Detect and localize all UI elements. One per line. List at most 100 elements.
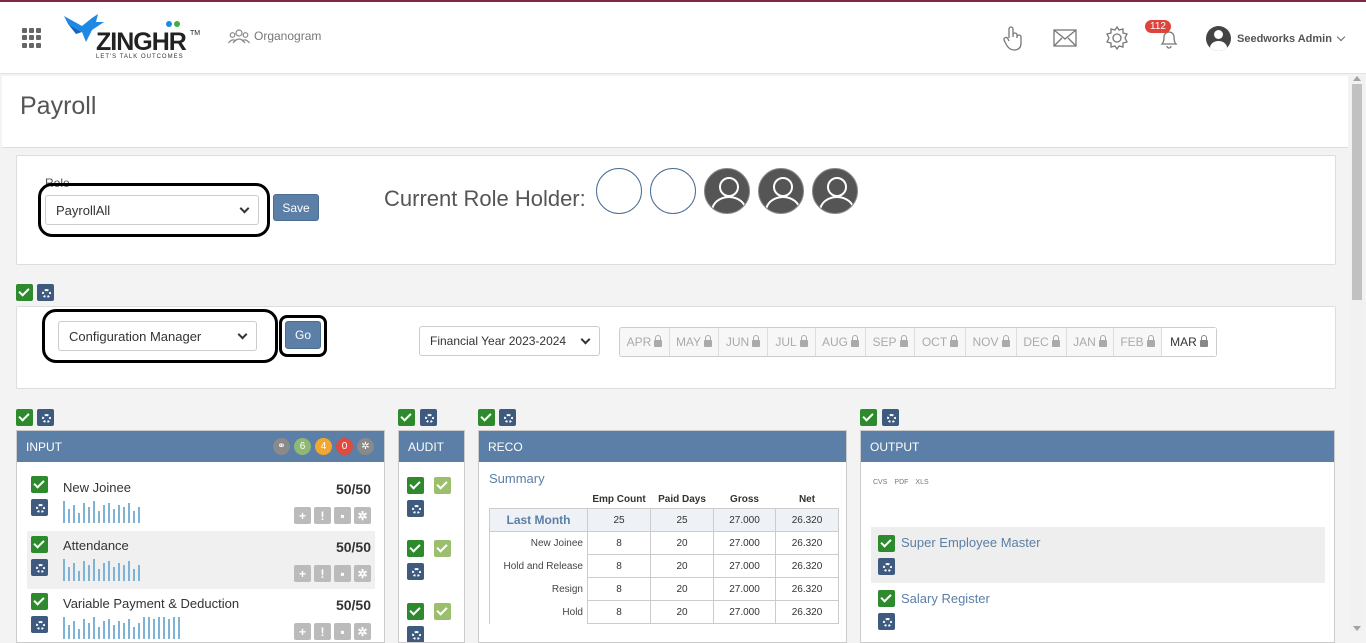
row-label: New Joinee — [63, 480, 131, 495]
role-holder-empty-2[interactable] — [650, 168, 696, 214]
status-count-orange[interactable]: 4 — [315, 438, 332, 455]
audit-approve-check-icon[interactable] — [398, 409, 415, 426]
input-row-attendance[interactable]: Attendance 50/50 + ! ▪ ✲ — [27, 531, 375, 589]
row-check-icon[interactable] — [31, 593, 48, 610]
share-icon[interactable]: ⚭ — [273, 438, 290, 455]
settings-dot-icon[interactable]: ✲ — [357, 438, 374, 455]
month-jul[interactable]: JUL — [768, 328, 816, 356]
warning-icon[interactable]: ! — [314, 623, 331, 640]
hand-pointer-icon[interactable] — [1002, 26, 1024, 52]
row-check-icon[interactable] — [31, 476, 48, 493]
month-aug[interactable]: AUG — [816, 328, 866, 356]
month-apr[interactable]: APR — [620, 328, 670, 356]
output-gear-icon[interactable] — [878, 558, 895, 575]
output-check-icon[interactable] — [878, 535, 895, 552]
month-jun[interactable]: JUN — [719, 328, 768, 356]
output-item-label[interactable]: Salary Register — [901, 591, 990, 606]
lock-icon — [1146, 335, 1155, 347]
audit-check-icon[interactable] — [407, 477, 424, 494]
input-approve-check-icon[interactable] — [16, 409, 33, 426]
warning-icon[interactable]: ! — [314, 565, 331, 582]
lock-icon[interactable]: ▪ — [334, 623, 351, 640]
organogram-link[interactable]: Organogram — [228, 28, 321, 44]
audit-done-check-icon[interactable] — [434, 540, 451, 557]
vertical-scrollbar[interactable] — [1350, 76, 1364, 631]
settings-icon[interactable]: ✲ — [354, 623, 371, 640]
role-holder-avatar-3[interactable] — [812, 168, 858, 214]
lock-icon[interactable]: ▪ — [334, 565, 351, 582]
row-gear-icon[interactable] — [31, 616, 48, 633]
top-bar: ZINGHR TM LET'S TALK OUTCOMES Organogram… — [0, 0, 1366, 74]
input-settings-gear-icon[interactable] — [37, 409, 54, 426]
audit-gear-icon[interactable] — [407, 626, 424, 642]
output-settings-gear-icon[interactable] — [882, 409, 899, 426]
audit-gear-icon[interactable] — [407, 500, 424, 517]
reco-settings-gear-icon[interactable] — [499, 409, 516, 426]
financial-year-value: Financial Year 2023-2024 — [430, 334, 567, 348]
audit-check-icon[interactable] — [407, 603, 424, 620]
table-header: Gross — [730, 494, 759, 505]
month-feb[interactable]: FEB — [1114, 328, 1162, 356]
row-check-icon[interactable] — [31, 536, 48, 553]
row-gear-icon[interactable] — [31, 499, 48, 516]
role-holder-avatar-1[interactable] — [704, 168, 750, 214]
financial-year-select[interactable]: Financial Year 2023-2024 — [419, 326, 600, 356]
settings-gear-icon[interactable] — [37, 284, 54, 301]
table-row: Hold 8 20 27.000 26.320 — [489, 600, 839, 624]
month-jan[interactable]: JAN — [1067, 328, 1114, 356]
month-oct[interactable]: OCT — [915, 328, 966, 356]
settings-icon[interactable]: ✲ — [354, 565, 371, 582]
add-icon[interactable]: + — [294, 623, 311, 640]
status-count-red[interactable]: 0 — [336, 438, 353, 455]
output-item-label[interactable]: Super Employee Master — [901, 535, 1040, 550]
audit-settings-gear-icon[interactable] — [420, 409, 437, 426]
output-item-super-employee-master[interactable]: Super Employee Master — [871, 527, 1325, 583]
user-menu[interactable]: Seedworks Admin — [1206, 26, 1346, 51]
input-row-variable-payment[interactable]: Variable Payment & Deduction 50/50 + ! ▪… — [27, 589, 375, 642]
row-label[interactable]: Last Month — [489, 508, 588, 532]
audit-check-icon[interactable] — [407, 540, 424, 557]
approve-check-icon[interactable] — [16, 284, 33, 301]
zinghr-logo[interactable]: ZINGHR TM LET'S TALK OUTCOMES — [62, 10, 202, 62]
add-icon[interactable]: + — [294, 507, 311, 524]
table-header-blank — [490, 491, 588, 509]
role-holder-avatar-2[interactable] — [758, 168, 804, 214]
warning-icon[interactable]: ! — [314, 507, 331, 524]
audit-gear-icon[interactable] — [407, 563, 424, 580]
reco-approve-check-icon[interactable] — [478, 409, 495, 426]
output-check-icon[interactable] — [878, 590, 895, 607]
scroll-down-icon[interactable] — [1353, 626, 1361, 631]
row-gear-icon[interactable] — [31, 559, 48, 576]
scrollbar-thumb[interactable] — [1352, 84, 1362, 300]
month-may[interactable]: MAY — [670, 328, 719, 356]
audit-panel-header: AUDIT — [399, 431, 464, 462]
output-approve-check-icon[interactable] — [860, 409, 877, 426]
lock-icon[interactable]: ▪ — [334, 507, 351, 524]
output-gear-icon[interactable] — [878, 613, 895, 630]
row-count: 50/50 — [335, 597, 371, 613]
month-dec[interactable]: DEC — [1017, 328, 1067, 356]
mail-icon[interactable] — [1053, 29, 1077, 47]
status-count-green[interactable]: 6 — [294, 438, 311, 455]
cell: 26.320 — [775, 554, 839, 578]
cell: 26.320 — [775, 508, 839, 532]
format-pdf[interactable]: PDF — [894, 479, 908, 486]
settings-icon[interactable]: ✲ — [354, 507, 371, 524]
month-sep[interactable]: SEP — [866, 328, 915, 356]
add-icon[interactable]: + — [294, 565, 311, 582]
save-button[interactable]: Save — [273, 194, 319, 221]
gear-icon[interactable] — [1105, 26, 1129, 50]
month-mar[interactable]: MAR — [1162, 328, 1216, 356]
summary-link[interactable]: Summary — [489, 471, 545, 486]
format-cvs[interactable]: CVS — [873, 479, 887, 486]
month-nov[interactable]: NOV — [966, 328, 1017, 356]
scroll-up-icon[interactable] — [1353, 76, 1361, 81]
input-row-new-joinee[interactable]: New Joinee 50/50 + ! ▪ ✲ — [27, 473, 375, 531]
audit-done-check-icon[interactable] — [434, 477, 451, 494]
output-item-salary-register[interactable]: Salary Register — [871, 583, 1325, 639]
audit-done-check-icon[interactable] — [434, 603, 451, 620]
role-holder-empty-1[interactable] — [596, 168, 642, 214]
format-xls[interactable]: XLS — [915, 479, 928, 486]
apps-grid-icon[interactable] — [22, 28, 42, 48]
cell: 20 — [650, 554, 714, 578]
